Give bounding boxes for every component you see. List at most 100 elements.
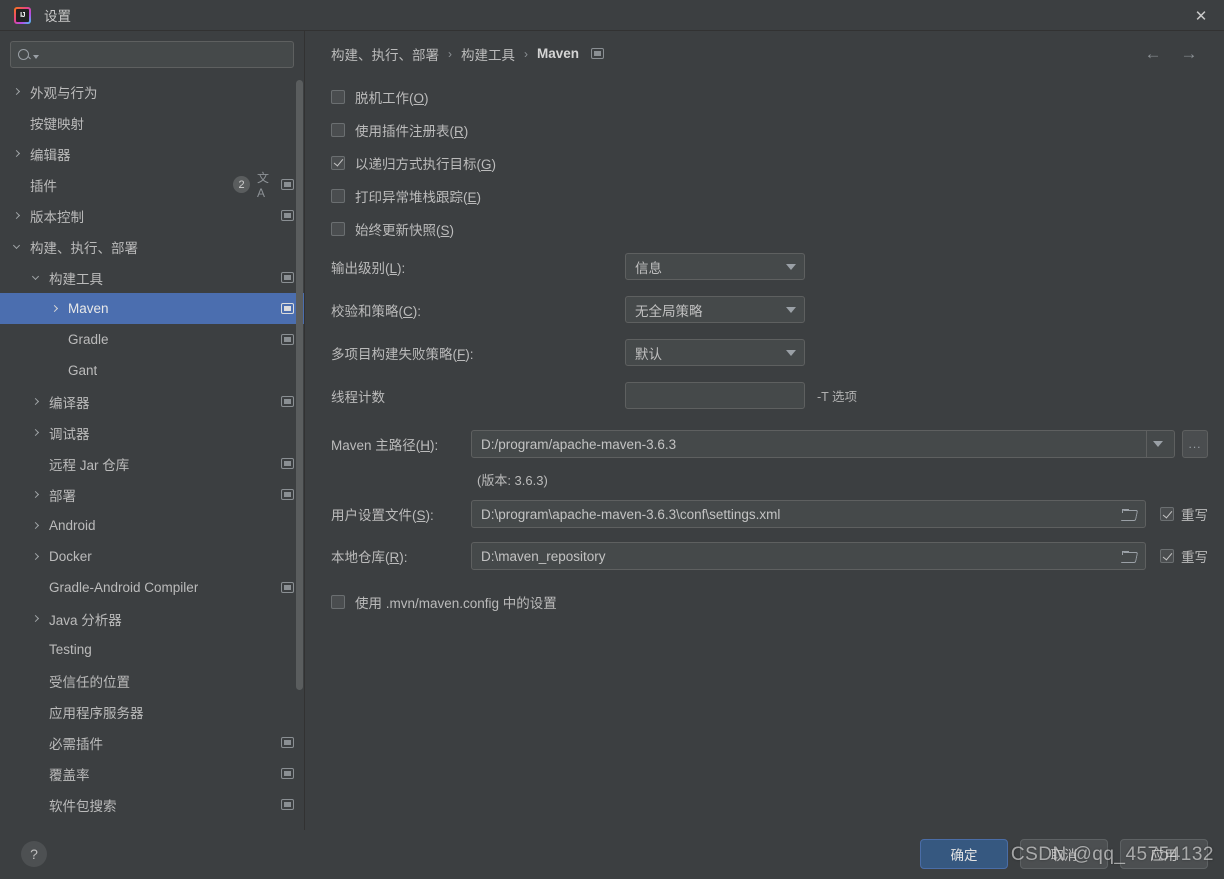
sidebar-item-构建、执行、部署[interactable]: 构建、执行、部署	[0, 231, 304, 262]
option-mnemonic: O	[413, 90, 425, 106]
sidebar-item-label: 软件包搜索	[49, 798, 117, 814]
sidebar-item-必需插件[interactable]: 必需插件	[0, 727, 304, 758]
option-mnemonic: S	[440, 222, 450, 238]
maven-option-checkbox[interactable]	[331, 89, 345, 104]
user-settings-file-label: 用户设置文件(S):	[331, 504, 471, 524]
maven-option-checkbox[interactable]	[331, 221, 345, 236]
local-repository-input[interactable]: D:\maven_repository	[471, 542, 1146, 570]
option-label-post: )	[476, 189, 482, 205]
sidebar-item-Gradle[interactable]: Gradle	[0, 324, 304, 355]
combo-label-post: ):	[465, 346, 474, 362]
sidebar-scrollbar[interactable]	[296, 76, 303, 830]
project-scope-icon	[281, 768, 294, 779]
maven-option-checkbox[interactable]	[331, 122, 345, 137]
chevron-right-icon[interactable]	[8, 211, 25, 220]
search-box[interactable]	[10, 41, 294, 68]
chevron-right-icon[interactable]	[27, 428, 44, 437]
mvn-config-row[interactable]: 使用 .mvn/maven.config 中的设置	[331, 585, 1208, 618]
chevron-right-icon[interactable]	[27, 614, 44, 623]
sidebar-item-label: 编译器	[49, 395, 90, 411]
sidebar-item-构建工具[interactable]: 构建工具	[0, 262, 304, 293]
nav-arrows: ← →	[1142, 31, 1200, 76]
folder-icon[interactable]	[1122, 508, 1137, 521]
sidebar-item-label: 外观与行为	[30, 85, 98, 101]
ok-button[interactable]: 确定	[920, 839, 1008, 869]
sidebar-item-Maven[interactable]: Maven	[0, 293, 304, 324]
option-label-pre: 使用插件注册表(	[355, 123, 454, 139]
maven-option-checkbox[interactable]	[331, 155, 345, 170]
combo-label-post: ):	[412, 303, 421, 319]
sidebar-item-Gradle-Android Compiler[interactable]: Gradle-Android Compiler	[0, 572, 304, 603]
maven-option-label: 以递归方式执行目标(G)	[355, 153, 496, 173]
sidebar-item-外观与行为[interactable]: 外观与行为	[0, 76, 304, 107]
chevron-right-icon[interactable]	[27, 397, 44, 406]
sidebar-item-按键映射[interactable]: 按键映射	[0, 107, 304, 138]
sidebar-item-label: 调试器	[49, 426, 90, 442]
sidebar-item-部署[interactable]: 部署	[0, 479, 304, 510]
option-label-pre: 脱机工作(	[355, 90, 414, 106]
user-settings-override-label: 重写	[1181, 508, 1208, 523]
checkbox-row[interactable]: 使用插件注册表(R)	[331, 113, 1208, 146]
help-button[interactable]: ?	[21, 841, 47, 867]
sidebar-scrollbar-thumb[interactable]	[296, 80, 303, 690]
sidebar-item-编译器[interactable]: 编译器	[0, 386, 304, 417]
sidebar-item-插件[interactable]: 插件 2 文A	[0, 169, 304, 200]
combo-select[interactable]: 信息	[625, 253, 805, 280]
sidebar-item-Docker[interactable]: Docker	[0, 541, 304, 572]
sidebar-item-软件包搜索[interactable]: 软件包搜索	[0, 789, 304, 820]
sidebar-item-受信任的位置[interactable]: 受信任的位置	[0, 665, 304, 696]
maven-home-dropdown-icon[interactable]	[1146, 431, 1170, 457]
chevron-down-icon	[786, 306, 796, 313]
search-input[interactable]	[39, 46, 287, 63]
local-repository-override[interactable]: 重写	[1160, 546, 1208, 566]
local-repository-row: 本地仓库(R): D:\maven_repository 重写	[331, 535, 1208, 577]
checkbox-row[interactable]: 始终更新快照(S)	[331, 212, 1208, 245]
chevron-right-icon[interactable]	[27, 490, 44, 499]
close-icon[interactable]: ✕	[1178, 0, 1224, 31]
apply-button[interactable]: 应用	[1120, 839, 1208, 869]
sidebar-item-Gant[interactable]: Gant	[0, 355, 304, 386]
mvn-config-checkbox[interactable]	[331, 594, 345, 609]
checkbox-row[interactable]: 打印异常堆栈跟踪(E)	[331, 179, 1208, 212]
arrow-right-icon[interactable]: →	[1178, 43, 1200, 65]
maven-option-label: 使用插件注册表(R)	[355, 120, 468, 140]
user-settings-override-checkbox[interactable]	[1160, 507, 1174, 521]
chevron-right-icon[interactable]	[27, 552, 44, 561]
chevron-down-icon[interactable]	[8, 241, 25, 251]
maven-combo-rows: 输出级别(L): 信息 校验和策略(C): 无全局策略 多项目构建失败策略(F): 默认	[331, 245, 1208, 374]
chevron-right-icon[interactable]	[46, 304, 63, 313]
chevron-right-icon[interactable]	[8, 149, 25, 158]
maven-options-checkboxes: 脱机工作(O) 使用插件注册表(R) 以递归方式执行目标(G) 打印异常堆栈跟踪(E)…	[331, 80, 1208, 245]
thread-count-input[interactable]	[625, 382, 805, 409]
checkbox-row[interactable]: 脱机工作(O)	[331, 80, 1208, 113]
cancel-button[interactable]: 取消	[1020, 839, 1108, 869]
breadcrumb-item-0[interactable]: 构建、执行、部署	[331, 44, 439, 64]
combo-select[interactable]: 无全局策略	[625, 296, 805, 323]
combo-value: 信息	[635, 260, 662, 276]
option-label-post: )	[491, 156, 497, 172]
sidebar-item-Java 分析器[interactable]: Java 分析器	[0, 603, 304, 634]
folder-icon[interactable]	[1122, 550, 1137, 563]
local-repository-override-checkbox[interactable]	[1160, 549, 1174, 563]
breadcrumb-item-1[interactable]: 构建工具	[461, 44, 515, 64]
sidebar-item-调试器[interactable]: 调试器	[0, 417, 304, 448]
maven-home-browse-button[interactable]: ...	[1182, 430, 1208, 458]
chevron-down-icon[interactable]	[27, 272, 44, 282]
maven-home-input[interactable]: D:/program/apache-maven-3.6.3	[471, 430, 1175, 458]
maven-option-checkbox[interactable]	[331, 188, 345, 203]
chevron-right-icon[interactable]	[8, 87, 25, 96]
user-settings-override[interactable]: 重写	[1160, 504, 1208, 524]
sidebar-item-应用程序服务器[interactable]: 应用程序服务器	[0, 696, 304, 727]
sidebar-item-覆盖率[interactable]: 覆盖率	[0, 758, 304, 789]
user-settings-file-input[interactable]: D:\program\apache-maven-3.6.3\conf\setti…	[471, 500, 1146, 528]
combo-select[interactable]: 默认	[625, 339, 805, 366]
chevron-right-icon[interactable]	[27, 521, 44, 530]
sidebar-item-远程 Jar 仓库[interactable]: 远程 Jar 仓库	[0, 448, 304, 479]
sidebar-item-版本控制[interactable]: 版本控制	[0, 200, 304, 231]
arrow-left-icon[interactable]: ←	[1142, 43, 1164, 65]
sidebar-item-Android[interactable]: Android	[0, 510, 304, 541]
checkbox-row[interactable]: 以递归方式执行目标(G)	[331, 146, 1208, 179]
sidebar-item-label: 部署	[49, 488, 76, 504]
sidebar-item-编辑器[interactable]: 编辑器	[0, 138, 304, 169]
sidebar-item-Testing[interactable]: Testing	[0, 634, 304, 665]
